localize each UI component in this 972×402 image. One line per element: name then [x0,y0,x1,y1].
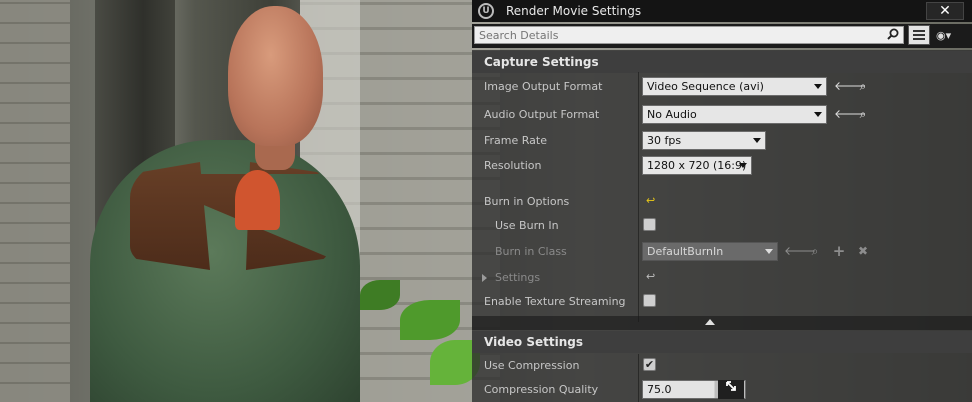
browse-icon[interactable]: ⌕ [856,107,870,121]
expand-arrow-icon[interactable] [482,274,487,282]
image-output-format-dropdown[interactable]: Video Sequence (avi) [642,77,827,96]
row-enable-texture-streaming: Enable Texture Streaming [472,290,972,314]
property-label: Burn in Class [495,245,567,258]
row-compression-quality: Compression Quality 75.0 [472,378,972,402]
use-selected-arrow-icon[interactable]: 🡐 [834,79,866,93]
window-title: Render Movie Settings [506,4,642,18]
advanced-toggle-button[interactable] [472,316,972,330]
enable-texture-streaming-checkbox[interactable] [643,294,656,307]
plant-leaf [360,280,400,310]
category-capture-settings[interactable]: Capture Settings [472,51,972,73]
search-box[interactable] [474,26,904,44]
row-use-burn-in: Use Burn In [472,214,972,238]
use-burn-in-checkbox[interactable] [643,218,656,231]
chevron-down-icon [753,138,761,143]
property-label: Audio Output Format [484,108,600,121]
frame-rate-dropdown[interactable]: 30 fps [642,131,766,150]
row-use-compression: Use Compression ✔ [472,354,972,378]
property-label: Image Output Format [484,80,603,93]
plant-leaf [400,300,460,340]
property-matrix-button[interactable] [908,25,930,45]
use-selected-arrow-icon[interactable]: 🡐 [834,107,866,121]
search-input[interactable] [475,27,883,43]
chevron-down-icon [814,84,822,89]
property-label: Use Compression [484,359,580,372]
chevron-down-icon [765,249,773,254]
audio-output-format-dropdown[interactable]: No Audio [642,105,827,124]
row-settings[interactable]: Settings ↩ [472,266,972,290]
property-label: Enable Texture Streaming [484,295,626,308]
stone-wall-left [0,0,70,402]
chevron-down-icon [814,112,822,117]
character-head [228,6,323,146]
burn-in-class-dropdown[interactable]: DefaultBurnIn [642,242,778,261]
row-audio-output-format: Audio Output Format No Audio 🡐 ⌕ [472,103,972,127]
details-search-bar: ◉▾ [472,24,972,48]
resize-handle-icon[interactable] [718,380,744,399]
row-frame-rate: Frame Rate 30 fps [472,129,972,153]
search-icon[interactable] [887,28,899,40]
reset-to-default-icon[interactable]: ↩ [646,194,655,207]
row-resolution: Resolution 1280 x 720 (16:9) [472,154,972,178]
category-video-settings[interactable]: Video Settings [472,331,972,353]
row-burn-in-options[interactable]: Burn in Options ↩ [472,190,972,214]
browse-icon[interactable]: ⌕ [856,79,870,93]
collapse-arrow-icon [705,319,715,325]
property-label: Settings [495,271,541,284]
add-icon[interactable]: + [832,244,846,259]
chevron-down-icon [739,163,747,168]
browse-icon[interactable]: ⌕ [808,244,822,258]
use-compression-checkbox[interactable]: ✔ [643,358,656,371]
property-label: Resolution [484,159,542,172]
property-label: Burn in Options [484,195,570,208]
resolution-dropdown[interactable]: 1280 x 720 (16:9) [642,156,752,175]
window-titlebar[interactable]: U Render Movie Settings ✕ [472,0,972,22]
use-selected-arrow-icon[interactable]: 🡐 [784,244,816,258]
unreal-logo-icon: U [478,3,494,19]
details-panel: Capture Settings Image Output Format Vid… [472,50,972,402]
reset-to-default-icon[interactable]: ↩ [646,270,655,283]
row-burn-in-class: Burn in Class DefaultBurnIn 🡐 ⌕ + ✖ [472,240,972,264]
row-image-output-format: Image Output Format Video Sequence (avi)… [472,75,972,99]
property-label: Frame Rate [484,134,547,147]
close-button[interactable]: ✕ [926,2,964,20]
property-label: Compression Quality [484,383,599,396]
clear-icon[interactable]: ✖ [856,244,870,258]
property-label: Use Burn In [495,219,559,232]
character-shirt [235,170,280,230]
view-options-icon[interactable]: ◉▾ [936,29,964,43]
